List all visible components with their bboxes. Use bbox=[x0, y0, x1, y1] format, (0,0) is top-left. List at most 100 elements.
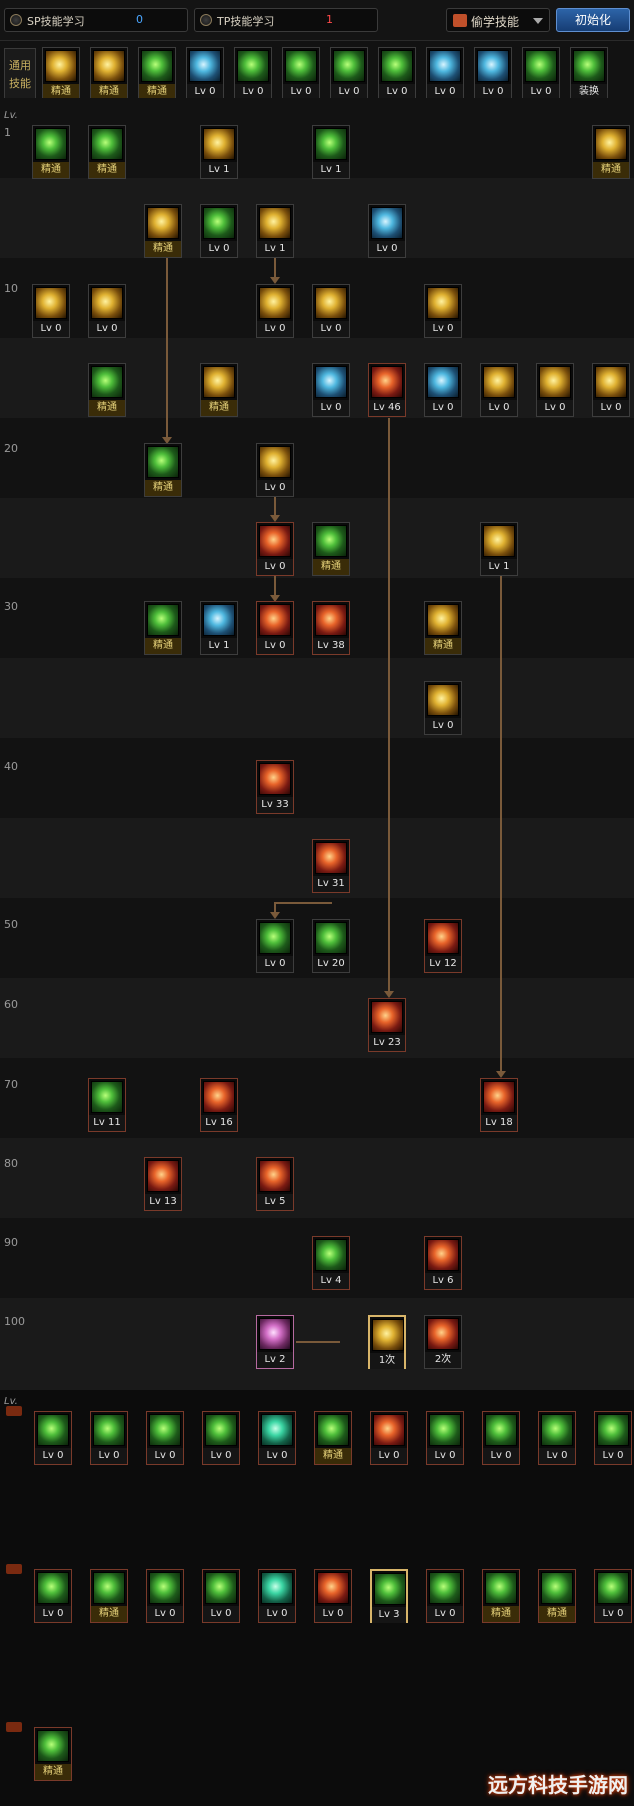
skill-level-text: 精通 bbox=[145, 480, 181, 496]
tp-skill-slot[interactable]: Lv 0 bbox=[34, 1569, 72, 1623]
skill-slot[interactable]: 2次 bbox=[424, 1315, 462, 1369]
skill-slot[interactable]: Lv 1 bbox=[256, 204, 294, 258]
tp-skill-slot[interactable]: Lv 0 bbox=[370, 1411, 408, 1465]
skill-slot[interactable]: Lv 1 bbox=[312, 125, 350, 179]
tp-skill-slot[interactable]: Lv 0 bbox=[146, 1569, 184, 1623]
skill-slot[interactable]: Lv 13 bbox=[144, 1157, 182, 1211]
tp-skill-slot[interactable]: 精通 bbox=[34, 1727, 72, 1781]
skill-icon bbox=[371, 1001, 403, 1033]
skill-level-text: 精通 bbox=[425, 638, 461, 654]
skill-slot[interactable]: Lv 0 bbox=[480, 363, 518, 417]
common-skill-slot[interactable]: 精通 bbox=[90, 47, 128, 101]
skill-slot[interactable]: Lv 46 bbox=[368, 363, 406, 417]
tp-skill-slot[interactable]: Lv 0 bbox=[538, 1411, 576, 1465]
skill-icon bbox=[333, 50, 365, 82]
tab-tp[interactable]: TP技能学习 1 bbox=[194, 8, 378, 32]
skill-slot[interactable]: Lv 0 bbox=[256, 284, 294, 338]
skill-slot[interactable]: Lv 0 bbox=[312, 363, 350, 417]
skill-slot[interactable]: Lv 0 bbox=[536, 363, 574, 417]
skill-slot[interactable]: Lv 2 bbox=[256, 1315, 294, 1369]
tp-skill-slot[interactable]: Lv 0 bbox=[594, 1569, 632, 1623]
skill-slot[interactable]: Lv 33 bbox=[256, 760, 294, 814]
common-skill-slot[interactable]: 精通 bbox=[138, 47, 176, 101]
skill-level-text: 精通 bbox=[145, 241, 181, 257]
skill-slot[interactable]: Lv 16 bbox=[200, 1078, 238, 1132]
tp-skill-slot[interactable]: Lv 0 bbox=[426, 1411, 464, 1465]
common-skill-slot[interactable]: Lv 0 bbox=[426, 47, 464, 101]
skill-slot[interactable]: Lv 23 bbox=[368, 998, 406, 1052]
common-skill-slot[interactable]: 精通 bbox=[42, 47, 80, 101]
skill-slot[interactable]: Lv 0 bbox=[424, 284, 462, 338]
skill-slot[interactable]: 精通 bbox=[144, 443, 182, 497]
common-skill-slot[interactable]: Lv 0 bbox=[378, 47, 416, 101]
tp-skill-slot[interactable]: Lv 0 bbox=[202, 1569, 240, 1623]
tp-skill-slot[interactable]: Lv 0 bbox=[90, 1411, 128, 1465]
skill-slot[interactable]: Lv 31 bbox=[312, 839, 350, 893]
skill-slot[interactable]: Lv 0 bbox=[256, 601, 294, 655]
skill-slot[interactable]: Lv 0 bbox=[256, 919, 294, 973]
tp-skill-slot[interactable]: Lv 0 bbox=[258, 1411, 296, 1465]
common-skill-slot[interactable]: Lv 0 bbox=[234, 47, 272, 101]
skill-slot[interactable]: Lv 4 bbox=[312, 1236, 350, 1290]
skill-slot[interactable]: Lv 18 bbox=[480, 1078, 518, 1132]
tp-skill-slot[interactable]: Lv 0 bbox=[314, 1569, 352, 1623]
tp-skill-slot[interactable]: Lv 3 bbox=[370, 1569, 408, 1623]
skill-slot[interactable]: Lv 0 bbox=[592, 363, 630, 417]
skill-slot[interactable]: Lv 12 bbox=[424, 919, 462, 973]
skill-slot[interactable]: 精通 bbox=[88, 363, 126, 417]
common-skill-slot[interactable]: Lv 0 bbox=[474, 47, 512, 101]
tp-skill-slot[interactable]: Lv 0 bbox=[34, 1411, 72, 1465]
skill-slot[interactable]: Lv 1 bbox=[480, 522, 518, 576]
tp-skill-slot[interactable]: Lv 0 bbox=[202, 1411, 240, 1465]
initialize-button[interactable]: 初始化 bbox=[556, 8, 630, 32]
common-skill-slot[interactable]: 装换 bbox=[570, 47, 608, 101]
tp-skill-slot[interactable]: Lv 0 bbox=[146, 1411, 184, 1465]
skill-icon bbox=[205, 1414, 237, 1446]
skill-slot[interactable]: Lv 0 bbox=[256, 443, 294, 497]
tp-skill-slot[interactable]: 精通 bbox=[538, 1569, 576, 1623]
skill-slot[interactable]: Lv 0 bbox=[32, 284, 70, 338]
tab-sp[interactable]: SP技能学习 0 bbox=[4, 8, 188, 32]
skill-slot[interactable]: 精通 bbox=[144, 601, 182, 655]
radio-icon[interactable] bbox=[200, 14, 212, 26]
tp-skill-slot[interactable]: Lv 0 bbox=[258, 1569, 296, 1623]
skill-icon bbox=[541, 1572, 573, 1604]
skill-slot[interactable]: 精通 bbox=[32, 125, 70, 179]
skill-slot[interactable]: Lv 20 bbox=[312, 919, 350, 973]
skill-slot[interactable]: Lv 0 bbox=[88, 284, 126, 338]
skill-icon bbox=[189, 50, 221, 82]
skill-slot[interactable]: Lv 0 bbox=[424, 363, 462, 417]
common-skill-slot[interactable]: Lv 0 bbox=[186, 47, 224, 101]
skill-slot[interactable]: Lv 1 bbox=[200, 125, 238, 179]
skill-slot[interactable]: Lv 0 bbox=[256, 522, 294, 576]
skill-slot[interactable]: Lv 0 bbox=[368, 204, 406, 258]
skill-slot[interactable]: Lv 11 bbox=[88, 1078, 126, 1132]
skill-slot[interactable]: 精通 bbox=[200, 363, 238, 417]
skill-slot[interactable]: Lv 0 bbox=[312, 284, 350, 338]
skill-slot[interactable]: 精通 bbox=[424, 601, 462, 655]
skill-slot[interactable]: Lv 5 bbox=[256, 1157, 294, 1211]
skill-slot[interactable]: Lv 1 bbox=[200, 601, 238, 655]
skill-slot[interactable]: 精通 bbox=[312, 522, 350, 576]
skill-level-text: Lv 0 bbox=[427, 1606, 463, 1622]
tp-skill-slot[interactable]: 精通 bbox=[482, 1569, 520, 1623]
radio-icon[interactable] bbox=[10, 14, 22, 26]
skill-slot[interactable]: 1次 bbox=[368, 1315, 406, 1369]
skill-slot[interactable]: 精通 bbox=[144, 204, 182, 258]
skill-slot[interactable]: Lv 38 bbox=[312, 601, 350, 655]
skill-slot[interactable]: Lv 0 bbox=[424, 681, 462, 735]
tp-skill-slot[interactable]: Lv 0 bbox=[482, 1411, 520, 1465]
skill-level-text: 精通 bbox=[91, 1606, 127, 1622]
skill-slot[interactable]: Lv 6 bbox=[424, 1236, 462, 1290]
steal-skill-dropdown[interactable]: 偷学技能 bbox=[446, 8, 550, 32]
tp-skill-slot[interactable]: 精通 bbox=[90, 1569, 128, 1623]
skill-slot[interactable]: 精通 bbox=[592, 125, 630, 179]
common-skill-slot[interactable]: Lv 0 bbox=[522, 47, 560, 101]
tp-skill-slot[interactable]: Lv 0 bbox=[426, 1569, 464, 1623]
skill-slot[interactable]: Lv 0 bbox=[200, 204, 238, 258]
tp-skill-slot[interactable]: Lv 0 bbox=[594, 1411, 632, 1465]
tp-skill-slot[interactable]: 精通 bbox=[314, 1411, 352, 1465]
common-skill-slot[interactable]: Lv 0 bbox=[330, 47, 368, 101]
skill-slot[interactable]: 精通 bbox=[88, 125, 126, 179]
common-skill-slot[interactable]: Lv 0 bbox=[282, 47, 320, 101]
